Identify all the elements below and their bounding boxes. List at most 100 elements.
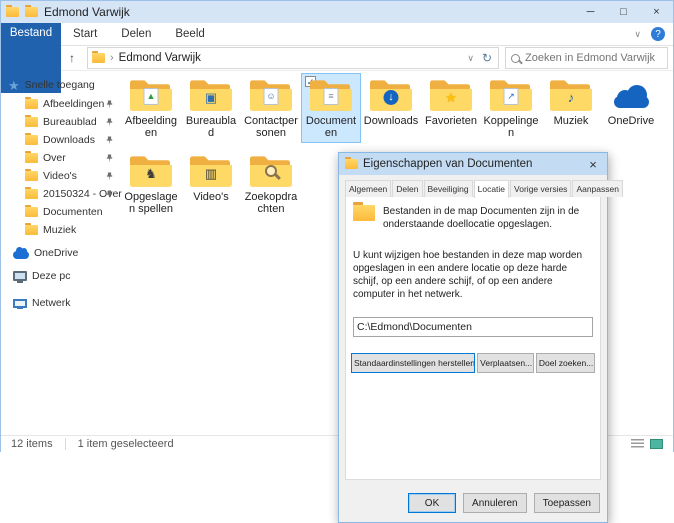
restore-defaults-button[interactable]: Standaardinstellingen herstellen: [351, 353, 476, 373]
close-button[interactable]: ×: [640, 1, 673, 23]
move-button[interactable]: Verplaatsen...: [477, 353, 534, 373]
desktop-folder-icon: ▣: [189, 77, 233, 115]
shortcut-arrow-glyph: ↗: [503, 88, 519, 105]
dialog-title: Eigenschappen van Documenten: [363, 158, 533, 170]
dialog-close-button[interactable]: ×: [579, 153, 607, 175]
file-label: Favorieten: [425, 115, 477, 127]
navigation-pane: ★ Snelle toegang Afbeeldingen Bureaublad…: [1, 71, 122, 435]
minimize-button[interactable]: ─: [574, 1, 607, 23]
sidebar-item-muziek[interactable]: Muziek: [1, 221, 119, 239]
properties-dialog: Eigenschappen van Documenten × Algemeen …: [338, 152, 623, 523]
music-folder-icon: ♪: [549, 77, 593, 115]
sidebar-item-videos[interactable]: Video's: [1, 167, 119, 185]
folder-icon: [25, 97, 38, 109]
address-bar[interactable]: › Edmond Varwijk ∨ ↻: [87, 47, 499, 69]
file-item-bureaublad[interactable]: ▣ Bureaublad: [181, 73, 241, 143]
file-item-videos[interactable]: ▥ Video's: [181, 149, 241, 219]
computer-icon: [13, 271, 27, 283]
file-item-contactpersonen[interactable]: ☺ Contactpersonen: [241, 73, 301, 143]
folder-icon: [25, 151, 38, 163]
sidebar-item-bureaublad[interactable]: Bureaublad: [1, 113, 119, 131]
contacts-folder-icon: ☺: [249, 77, 293, 115]
cancel-button[interactable]: Annuleren: [463, 493, 527, 513]
tab-beeld[interactable]: Beeld: [163, 23, 216, 45]
ribbon-right: ∨ ?: [634, 23, 673, 45]
file-item-zoekopdrachten[interactable]: Zoekopdrachten: [241, 149, 301, 219]
network-icon: [13, 298, 27, 309]
sidebar-item-20150324-over[interactable]: 20150324 - Over: [1, 185, 122, 203]
tab-start[interactable]: Start: [61, 23, 109, 45]
onedrive-cloud-icon: [13, 246, 29, 259]
sidebar-item-documenten[interactable]: Documenten: [1, 203, 119, 221]
folder-icon: [25, 133, 38, 145]
sidebar-quick-access[interactable]: ★ Snelle toegang: [1, 76, 119, 94]
downloads-folder-icon: ↓: [369, 77, 413, 115]
file-label: Zoekopdrachten: [244, 191, 298, 215]
sidebar-item-deze-pc[interactable]: Deze pc: [1, 267, 119, 285]
file-label: Afbeeldingen: [125, 115, 177, 139]
file-item-documenten[interactable]: ✓ ≡ Documenten: [301, 73, 361, 143]
folder-icon: [25, 205, 38, 217]
help-icon[interactable]: ?: [651, 27, 665, 41]
sidebar-label: Downloads: [43, 134, 95, 146]
search-input[interactable]: [525, 52, 662, 64]
pin-icon: [106, 190, 113, 199]
sidebar-item-afbeeldingen[interactable]: Afbeeldingen: [1, 95, 119, 113]
search-box[interactable]: [505, 47, 668, 69]
refresh-icon[interactable]: ↻: [482, 51, 492, 65]
file-item-muziek[interactable]: ♪ Muziek: [541, 73, 601, 143]
pin-icon: [106, 118, 113, 127]
file-label: Contactpersonen: [244, 115, 298, 139]
folder-icon: [25, 223, 38, 235]
find-target-button[interactable]: Doel zoeken...: [535, 353, 595, 373]
saved-games-folder-icon: ♞: [129, 153, 173, 191]
documents-folder-icon: [353, 202, 375, 221]
up-button[interactable]: ↑: [63, 51, 81, 65]
address-dropdown-icon[interactable]: ∨: [467, 53, 474, 64]
location-path-input[interactable]: [353, 317, 593, 337]
file-item-koppelingen[interactable]: ↗ Koppelingen: [481, 73, 541, 143]
file-item-opgeslagen-spellen[interactable]: ♞ Opgeslagen spellen: [121, 149, 181, 219]
tab-delen[interactable]: Delen: [392, 180, 423, 197]
sidebar-item-downloads[interactable]: Downloads: [1, 131, 119, 149]
file-item-afbeeldingen[interactable]: ▲ Afbeeldingen: [121, 73, 181, 143]
tab-aanpassen[interactable]: Aanpassen: [572, 180, 623, 197]
sidebar-label: Deze pc: [32, 270, 71, 282]
breadcrumb[interactable]: Edmond Varwijk: [119, 52, 201, 64]
pin-icon: [106, 100, 113, 109]
breadcrumb-chevron-icon[interactable]: ›: [110, 52, 114, 64]
ok-button[interactable]: OK: [408, 493, 457, 513]
file-item-onedrive[interactable]: OneDrive: [601, 73, 661, 143]
sidebar-label: Afbeeldingen: [43, 98, 105, 110]
pin-icon: [106, 136, 113, 145]
sidebar-item-onedrive[interactable]: OneDrive: [1, 244, 119, 262]
tab-delen[interactable]: Delen: [109, 23, 163, 45]
sidebar-label: Muziek: [43, 224, 77, 236]
file-item-downloads[interactable]: ↓ Downloads: [361, 73, 421, 143]
file-item-favorieten[interactable]: ★ Favorieten: [421, 73, 481, 143]
expand-ribbon-icon[interactable]: ∨: [634, 29, 641, 40]
maximize-button[interactable]: □: [607, 1, 640, 23]
download-arrow-glyph: ↓: [383, 90, 399, 105]
address-controls: ∨ ↻: [467, 51, 494, 65]
location-intro-text: Bestanden in de map Documenten zijn in d…: [383, 206, 580, 230]
qat-properties-icon[interactable]: [25, 5, 38, 17]
file-label: Opgeslagen spellen: [124, 191, 178, 215]
sidebar-item-over[interactable]: Over: [1, 149, 119, 167]
file-label: Documenten: [305, 115, 357, 139]
pin-icon: [106, 154, 113, 163]
location-buttons: Standaardinstellingen herstellen Verplaa…: [351, 353, 595, 373]
tab-vorige-versies[interactable]: Vorige versies: [510, 180, 572, 197]
window-folder-icon: [6, 5, 19, 17]
sidebar-label: Netwerk: [32, 297, 71, 309]
chess-knight-glyph: ♞: [145, 166, 157, 181]
tab-algemeen[interactable]: Algemeen: [345, 180, 392, 197]
tab-beveiliging[interactable]: Beveiliging: [423, 180, 473, 197]
file-label: Koppelingen: [483, 115, 539, 139]
tab-locatie[interactable]: Locatie: [473, 180, 510, 198]
details-view-icon[interactable]: [631, 439, 644, 449]
status-divider: [64, 438, 66, 450]
thumbnails-view-icon[interactable]: [650, 439, 663, 449]
apply-button[interactable]: Toepassen: [533, 493, 600, 513]
sidebar-item-netwerk[interactable]: Netwerk: [1, 294, 119, 312]
